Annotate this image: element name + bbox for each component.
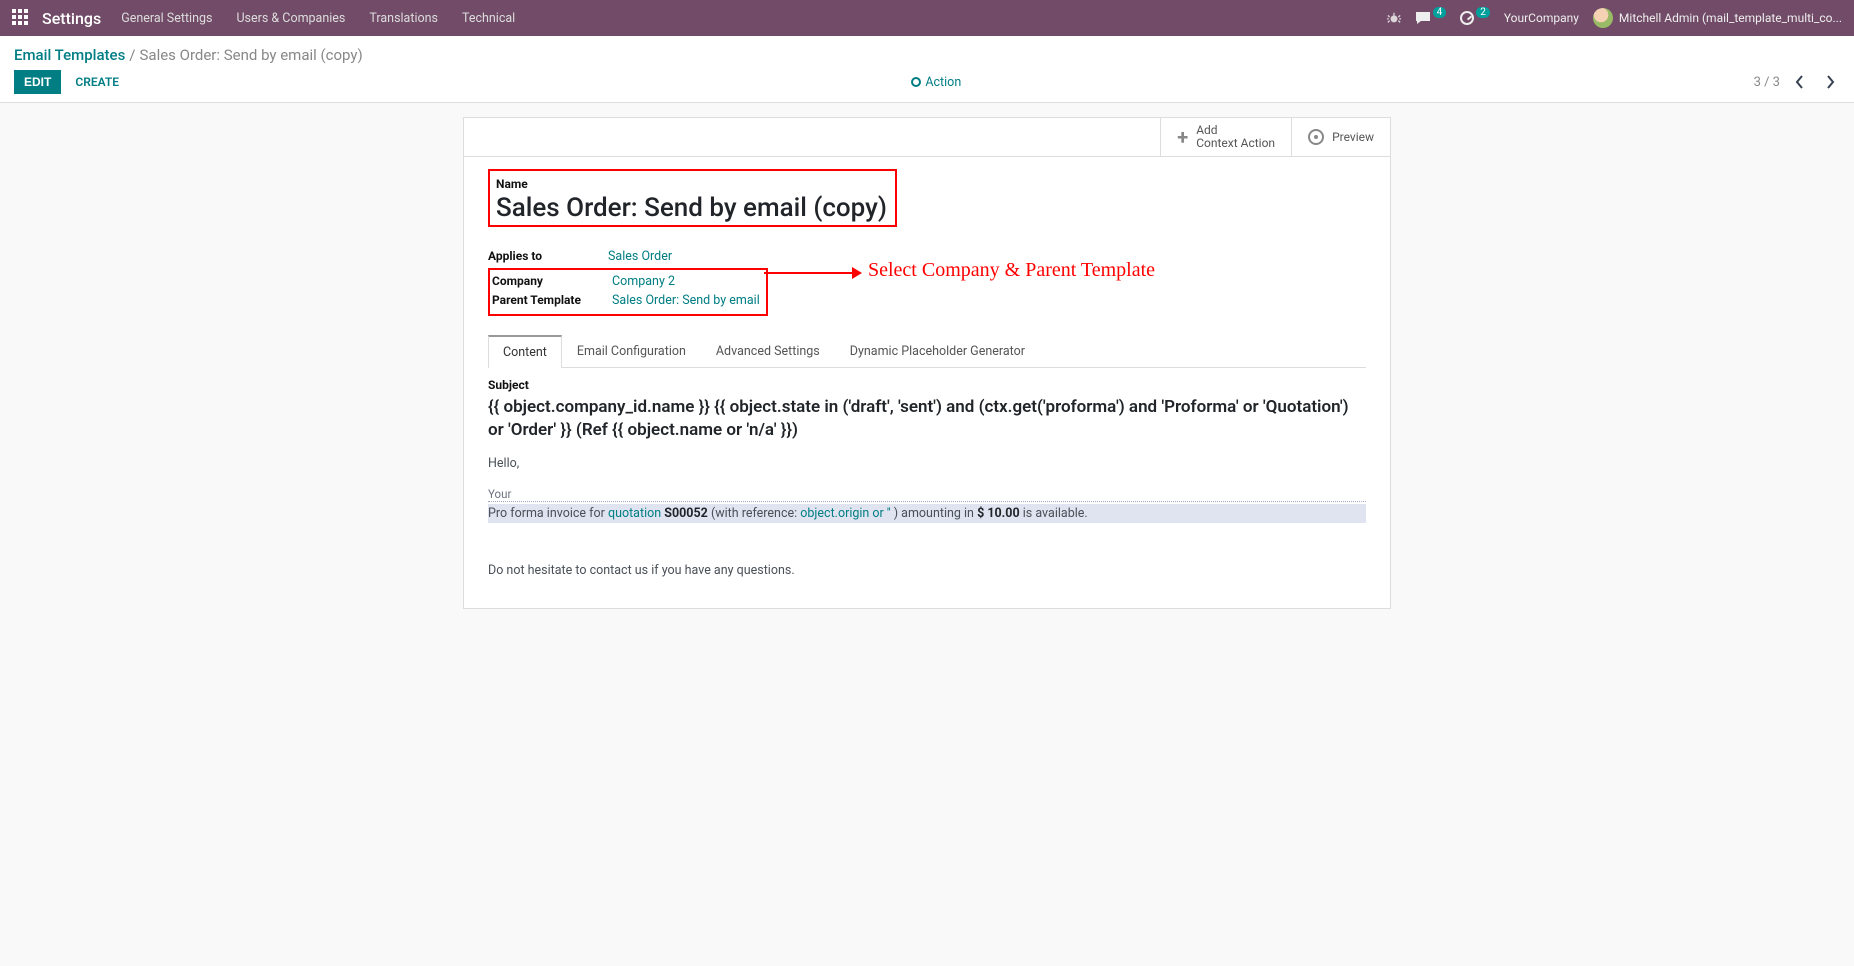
menu-translations[interactable]: Translations <box>369 11 438 26</box>
main-navbar: Settings General Settings Users & Compan… <box>0 0 1854 36</box>
tab-email-configuration[interactable]: Email Configuration <box>562 335 701 368</box>
company-value[interactable]: Company 2 <box>612 274 675 289</box>
company-switcher[interactable]: YourCompany <box>1504 11 1579 25</box>
applies-to-label: Applies to <box>488 249 608 264</box>
name-value: Sales Order: Send by email (copy) <box>496 193 887 223</box>
quotation-link[interactable]: quotation <box>608 506 661 521</box>
origin-link[interactable]: object.origin or '' <box>800 506 893 521</box>
annotation-text: Select Company & Parent Template <box>868 259 1155 282</box>
subject-value: {{ object.company_id.name }} {{ object.s… <box>488 396 1366 442</box>
annotation-arrow <box>764 267 862 279</box>
activities-icon[interactable]: 2 <box>1460 11 1490 25</box>
preview-button[interactable]: Preview <box>1291 118 1390 156</box>
plus-icon: + <box>1177 129 1188 145</box>
pager-text: 3 / 3 <box>1754 75 1780 90</box>
menu-general-settings[interactable]: General Settings <box>121 11 212 26</box>
form-sheet: + Add Context Action Preview Name Sales … <box>463 117 1391 609</box>
body-footer: Do not hesitate to contact us if you hav… <box>488 563 1366 578</box>
breadcrumb-root[interactable]: Email Templates <box>14 46 125 64</box>
apps-icon[interactable] <box>12 9 30 27</box>
parent-template-label: Parent Template <box>492 293 612 308</box>
add-context-action-button[interactable]: + Add Context Action <box>1160 118 1291 156</box>
control-panel: Email Templates / Sales Order: Send by e… <box>0 36 1854 103</box>
body-highlight-line: Pro forma invoice for quotation S00052 (… <box>488 504 1366 523</box>
statusbar: + Add Context Action Preview <box>464 118 1390 157</box>
company-label: Company <box>492 274 612 289</box>
company-parent-highlight: Company Company 2 Parent Template Sales … <box>488 268 768 316</box>
messaging-icon[interactable]: 4 <box>1415 11 1447 25</box>
parent-template-value[interactable]: Sales Order: Send by email <box>612 293 760 308</box>
body-your: Your <box>488 487 1366 502</box>
app-title[interactable]: Settings <box>42 9 101 28</box>
tab-dynamic-placeholder[interactable]: Dynamic Placeholder Generator <box>835 335 1040 368</box>
preview-icon <box>1308 129 1324 145</box>
messaging-badge: 4 <box>1433 7 1447 18</box>
user-name: Mitchell Admin (mail_template_multi_co..… <box>1619 11 1842 25</box>
pager-next-button[interactable] <box>1820 72 1840 92</box>
name-label: Name <box>496 177 887 191</box>
action-dropdown[interactable]: Action <box>119 75 1754 90</box>
create-button[interactable]: CREATE <box>75 75 119 89</box>
name-field-highlight: Name Sales Order: Send by email (copy) <box>488 169 897 227</box>
breadcrumb: Email Templates / Sales Order: Send by e… <box>0 36 1854 66</box>
menu-technical[interactable]: Technical <box>462 11 515 26</box>
tab-advanced-settings[interactable]: Advanced Settings <box>701 335 835 368</box>
tabs: Content Email Configuration Advanced Set… <box>488 334 1366 368</box>
activities-badge: 2 <box>1476 7 1490 18</box>
gear-icon <box>911 77 921 87</box>
pager-prev-button[interactable] <box>1790 72 1810 92</box>
body-hello: Hello, <box>488 456 1366 471</box>
tab-content-panel: Subject {{ object.company_id.name }} {{ … <box>488 368 1366 578</box>
edit-button[interactable]: EDIT <box>14 70 61 94</box>
avatar-icon <box>1593 8 1613 28</box>
breadcrumb-current: Sales Order: Send by email (copy) <box>140 46 363 64</box>
subject-label: Subject <box>488 378 1366 392</box>
debug-icon[interactable] <box>1387 11 1401 25</box>
menu-users-companies[interactable]: Users & Companies <box>236 11 345 26</box>
tab-content[interactable]: Content <box>488 335 562 368</box>
applies-to-value[interactable]: Sales Order <box>608 249 672 264</box>
user-menu[interactable]: Mitchell Admin (mail_template_multi_co..… <box>1593 8 1842 28</box>
